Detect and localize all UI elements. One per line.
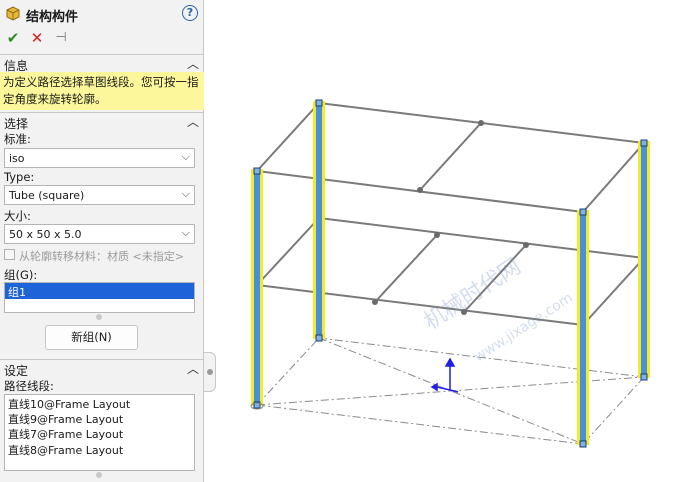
help-icon[interactable]: ? [182,5,198,21]
path-segment-item[interactable]: 直线10@Frame Layout [8,397,191,412]
centerline [582,376,645,445]
panel-collapse-tab[interactable] [204,352,216,392]
endpoint [579,440,587,448]
structural-member-icon [6,6,20,21]
path-segment-item[interactable]: 直线9@Frame Layout [8,412,191,427]
resize-grip-icon[interactable] [96,472,102,478]
property-manager-panel: 结构构件 ? ✔ ✕ ⊣ 信息 ︿ 为定义路径选择草图线段。您可按一指定角度来旋… [0,0,204,482]
path-segment-item[interactable]: 直线8@Frame Layout [8,443,191,458]
size-label: 大小: [4,209,31,223]
panel-header: 结构构件 ? [0,0,204,28]
standard-select[interactable]: iso ⌵ [4,148,195,168]
endpoint [315,99,323,107]
size-select[interactable]: 50 x 50 x 5.0 ⌵ [4,224,195,244]
endpoint [315,334,323,342]
origin-triad-icon [430,357,459,393]
sketch-point [372,299,378,305]
endpoint [253,167,261,175]
frame-line [374,234,438,303]
pin-icon[interactable]: ⊣ [52,29,70,47]
watermark-text: 机械时代网 [420,254,526,335]
frame-line [582,142,645,213]
panel-title: 结构构件 [26,10,79,25]
type-select[interactable]: Tube (square) ⌵ [4,185,195,205]
resize-grip-icon[interactable] [96,314,102,320]
cancel-x-icon[interactable]: ✕ [28,29,46,47]
standard-label: 标准: [4,132,31,146]
new-group-button[interactable]: 新组(N) [45,325,138,350]
graphics-viewport[interactable]: 机械时代网 www.jixage.com [216,0,700,482]
frame-line [582,257,645,326]
size-value: 50 x 50 x 5.0 [9,228,82,241]
frame-line [256,102,320,172]
sketch-point [523,242,529,248]
path-segments-list[interactable]: 直线10@Frame Layout 直线9@Frame Layout 直线7@F… [4,394,195,471]
sketch-point [417,187,423,193]
transfer-material-checkbox[interactable] [4,249,15,260]
type-value: Tube (square) [9,189,85,202]
groups-list[interactable]: 组1 [4,282,195,313]
ok-check-icon[interactable]: ✔ [4,29,22,47]
frame-line [256,217,320,286]
collapse-chevron-icon[interactable]: ︿ [187,113,199,130]
group-list-item[interactable]: 组1 [5,283,194,299]
centerline [256,337,320,406]
member-post [577,210,589,445]
info-message: 为定义路径选择草图线段。您可按一指定角度来旋转轮廓。 [0,72,204,110]
frame-line [419,122,482,191]
watermark-url: www.jixage.com [471,290,575,366]
endpoint [640,373,648,381]
info-section-header[interactable]: 信息 ︿ [0,54,204,73]
collapse-dot-icon [207,369,213,375]
settings-section-header[interactable]: 设定 ︿ [0,359,204,378]
collapse-chevron-icon[interactable]: ︿ [187,360,199,377]
sketch-point [478,120,484,126]
chevron-down-icon: ⌵ [181,187,190,200]
chevron-down-icon: ⌵ [181,150,190,163]
endpoint [579,208,587,216]
transfer-material-label: 从轮廓转移材料：材质 <未指定> [19,250,184,263]
frame-line [318,217,645,259]
member-post [251,169,263,406]
type-label: Type: [4,170,35,184]
action-row: ✔ ✕ ⊣ [0,28,204,48]
member-post [313,101,325,339]
selection-section-title: 选择 [4,117,29,131]
settings-section-title: 设定 [4,364,29,378]
member-post [638,141,650,378]
sketch-point [434,232,440,238]
standard-value: iso [9,152,25,165]
structural-members [251,101,650,445]
selection-section-header[interactable]: 选择 ︿ [0,112,204,131]
endpoint [640,139,648,147]
path-segment-item[interactable]: 直线7@Frame Layout [8,427,191,442]
chevron-down-icon: ⌵ [181,226,190,239]
path-segments-label: 路径线段: [4,379,54,393]
collapse-chevron-icon[interactable]: ︿ [187,55,199,72]
groups-label: 组(G): [4,268,38,282]
